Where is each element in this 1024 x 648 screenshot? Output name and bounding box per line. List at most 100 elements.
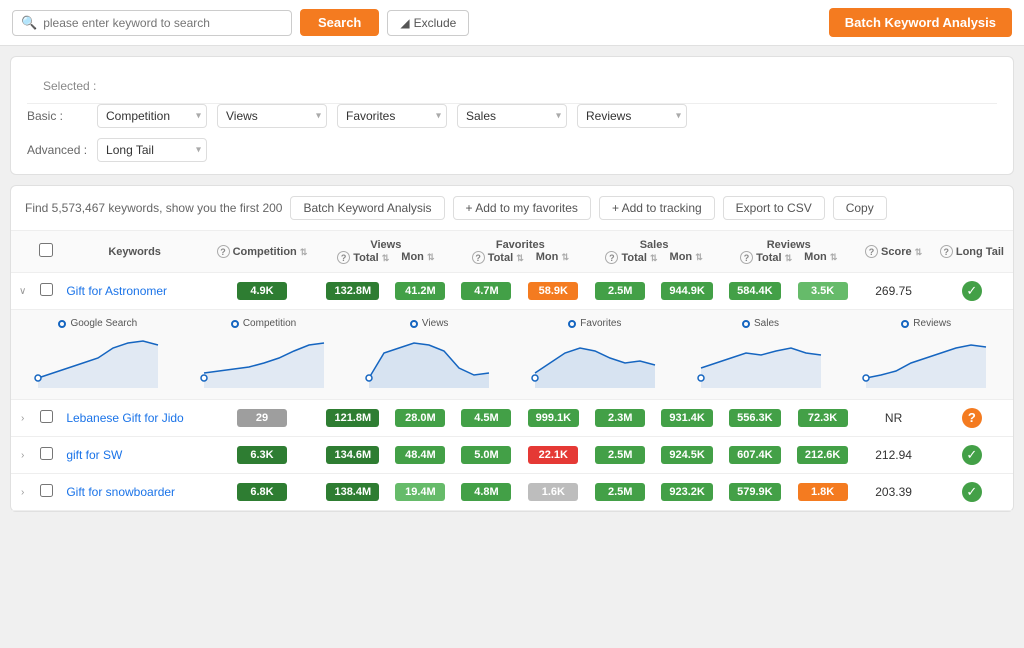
sales-total-sort-icon[interactable]: ⇅	[650, 253, 658, 263]
toolbar-export-button[interactable]: Export to CSV	[723, 196, 825, 220]
views-mon-cell: 19.4M	[387, 474, 453, 511]
chart-dot-sales	[742, 320, 750, 328]
reviews-total-cell: 556.3K	[721, 400, 789, 437]
row-checkbox[interactable]	[40, 484, 53, 497]
advanced-label: Advanced :	[27, 143, 87, 157]
views-total-sort-icon[interactable]: ⇅	[382, 253, 390, 263]
col-competition-header: ? Competition ⇅	[206, 231, 319, 273]
expand-button[interactable]: ∨	[15, 284, 30, 299]
views-total-badge: 134.6M	[326, 446, 379, 464]
reviews-select[interactable]: Reviews	[577, 104, 687, 128]
checkbox-cell	[34, 474, 58, 511]
expand-button[interactable]: ›	[17, 448, 28, 463]
longtail-cell: ✓	[931, 273, 1013, 310]
competition-sort-icon[interactable]: ⇅	[300, 247, 308, 257]
views-mon-badge: 19.4M	[395, 483, 445, 501]
reviews-mon-badge: 1.8K	[798, 483, 848, 501]
longtail-select[interactable]: Long Tail	[97, 138, 207, 162]
competition-select[interactable]: Competition	[97, 104, 207, 128]
keyword-cell[interactable]: Lebanese Gift for Jido	[58, 400, 205, 437]
col-favorites-header: Favorites ? Total ⇅ Mon ⇅	[453, 231, 587, 273]
col-views-header: Views ? Total ⇅ Mon ⇅	[318, 231, 453, 273]
basic-label: Basic :	[27, 109, 87, 123]
keyword-cell[interactable]: Gift for Astronomer	[58, 273, 205, 310]
batch-keyword-analysis-button[interactable]: Batch Keyword Analysis	[829, 8, 1012, 37]
views-select[interactable]: Views	[217, 104, 327, 128]
checkbox-cell	[34, 273, 58, 310]
toolbar-batch-button[interactable]: Batch Keyword Analysis	[290, 196, 444, 220]
toolbar-tracking-button[interactable]: + Add to tracking	[599, 196, 715, 220]
table-row: › gift for SW 6.3K 134.6M 48.4M 5.0M 22.…	[11, 437, 1013, 474]
views-mon-cell: 48.4M	[387, 437, 453, 474]
sales-total-cell: 2.5M	[587, 474, 653, 511]
reviews-total-badge: 556.3K	[729, 409, 780, 427]
sales-select[interactable]: Sales	[457, 104, 567, 128]
table-row: ∨ Gift for Astronomer 4.9K 132.8M 41.2M …	[11, 273, 1013, 310]
sales-total-badge: 2.3M	[595, 409, 645, 427]
chart-item-google: Google Search	[15, 318, 181, 391]
reviews-mon-cell: 212.6K	[789, 437, 857, 474]
reviews-total-cell: 584.4K	[721, 273, 789, 310]
search-button[interactable]: Search	[300, 9, 379, 36]
chart-label-sales: Sales	[678, 318, 844, 329]
longtail-help-icon[interactable]: ?	[940, 245, 953, 258]
keyword-cell[interactable]: gift for SW	[58, 437, 205, 474]
competition-badge: 4.9K	[237, 282, 287, 300]
views-total-cell: 134.6M	[318, 437, 387, 474]
reviews-total-sort-icon[interactable]: ⇅	[785, 253, 793, 263]
fav-help-icon[interactable]: ?	[472, 251, 485, 264]
reviews-mon-cell: 1.8K	[789, 474, 857, 511]
row-checkbox[interactable]	[40, 447, 53, 460]
favorites-select[interactable]: Favorites	[337, 104, 447, 128]
sales-total-badge: 2.5M	[595, 446, 645, 464]
fav-mon-sort-icon[interactable]: ⇅	[561, 252, 569, 262]
competition-cell: 29	[206, 400, 319, 437]
row-checkbox[interactable]	[40, 410, 53, 423]
expand-button[interactable]: ›	[17, 485, 28, 500]
sales-mon-sort-icon[interactable]: ⇅	[695, 252, 703, 262]
toolbar-favorites-button[interactable]: + Add to my favorites	[453, 196, 591, 220]
sales-mon-cell: 923.2K	[653, 474, 721, 511]
sales-help-icon[interactable]: ?	[605, 251, 618, 264]
exclude-button[interactable]: ◢ Exclude	[387, 10, 469, 36]
expand-cell: ›	[11, 474, 34, 511]
score-cell: 212.94	[856, 437, 930, 474]
chart-label-google: Google Search	[15, 318, 181, 329]
competition-badge: 6.8K	[237, 483, 287, 501]
competition-help-icon[interactable]: ?	[217, 245, 230, 258]
sales-mon-badge: 923.2K	[661, 483, 712, 501]
reviews-help-icon[interactable]: ?	[740, 251, 753, 264]
views-total-cell: 132.8M	[318, 273, 387, 310]
views-mon-sort-icon[interactable]: ⇅	[427, 252, 435, 262]
toolbar-copy-button[interactable]: Copy	[833, 196, 887, 220]
fav-total-sort-icon[interactable]: ⇅	[516, 253, 524, 263]
select-all-checkbox[interactable]	[39, 243, 53, 257]
views-mon-cell: 28.0M	[387, 400, 453, 437]
chart-item-favorites: Favorites	[512, 318, 678, 391]
row-checkbox[interactable]	[40, 283, 53, 296]
score-help-icon[interactable]: ?	[865, 245, 878, 258]
checkbox-cell	[34, 437, 58, 474]
reviews-mon-sort-icon[interactable]: ⇅	[830, 252, 838, 262]
col-keywords-header: Keywords	[58, 231, 205, 273]
score-sort-icon[interactable]: ⇅	[915, 247, 923, 257]
expand-button[interactable]: ›	[17, 411, 28, 426]
expand-cell: ›	[11, 400, 34, 437]
table-row: › Lebanese Gift for Jido 29 121.8M 28.0M…	[11, 400, 1013, 437]
reviews-total-badge: 607.4K	[729, 446, 780, 464]
fav-total-cell: 4.7M	[453, 273, 519, 310]
chart-dot-reviews	[901, 320, 909, 328]
fav-total-cell: 5.0M	[453, 437, 519, 474]
keyword-cell[interactable]: Gift for snowboarder	[58, 474, 205, 511]
views-help-icon[interactable]: ?	[337, 251, 350, 264]
score-cell: 203.39	[856, 474, 930, 511]
selected-row: Selected :	[27, 69, 997, 104]
col-expand-header	[11, 231, 34, 273]
col-score-header: ? Score ⇅	[856, 231, 930, 273]
longtail-cell: ✓	[931, 474, 1013, 511]
table-row: › Gift for snowboarder 6.8K 138.4M 19.4M…	[11, 474, 1013, 511]
longtail-check-icon: ✓	[962, 445, 982, 465]
search-input[interactable]	[43, 16, 283, 30]
sales-total-badge: 2.5M	[595, 282, 645, 300]
chart-label-competition: Competition	[181, 318, 347, 329]
